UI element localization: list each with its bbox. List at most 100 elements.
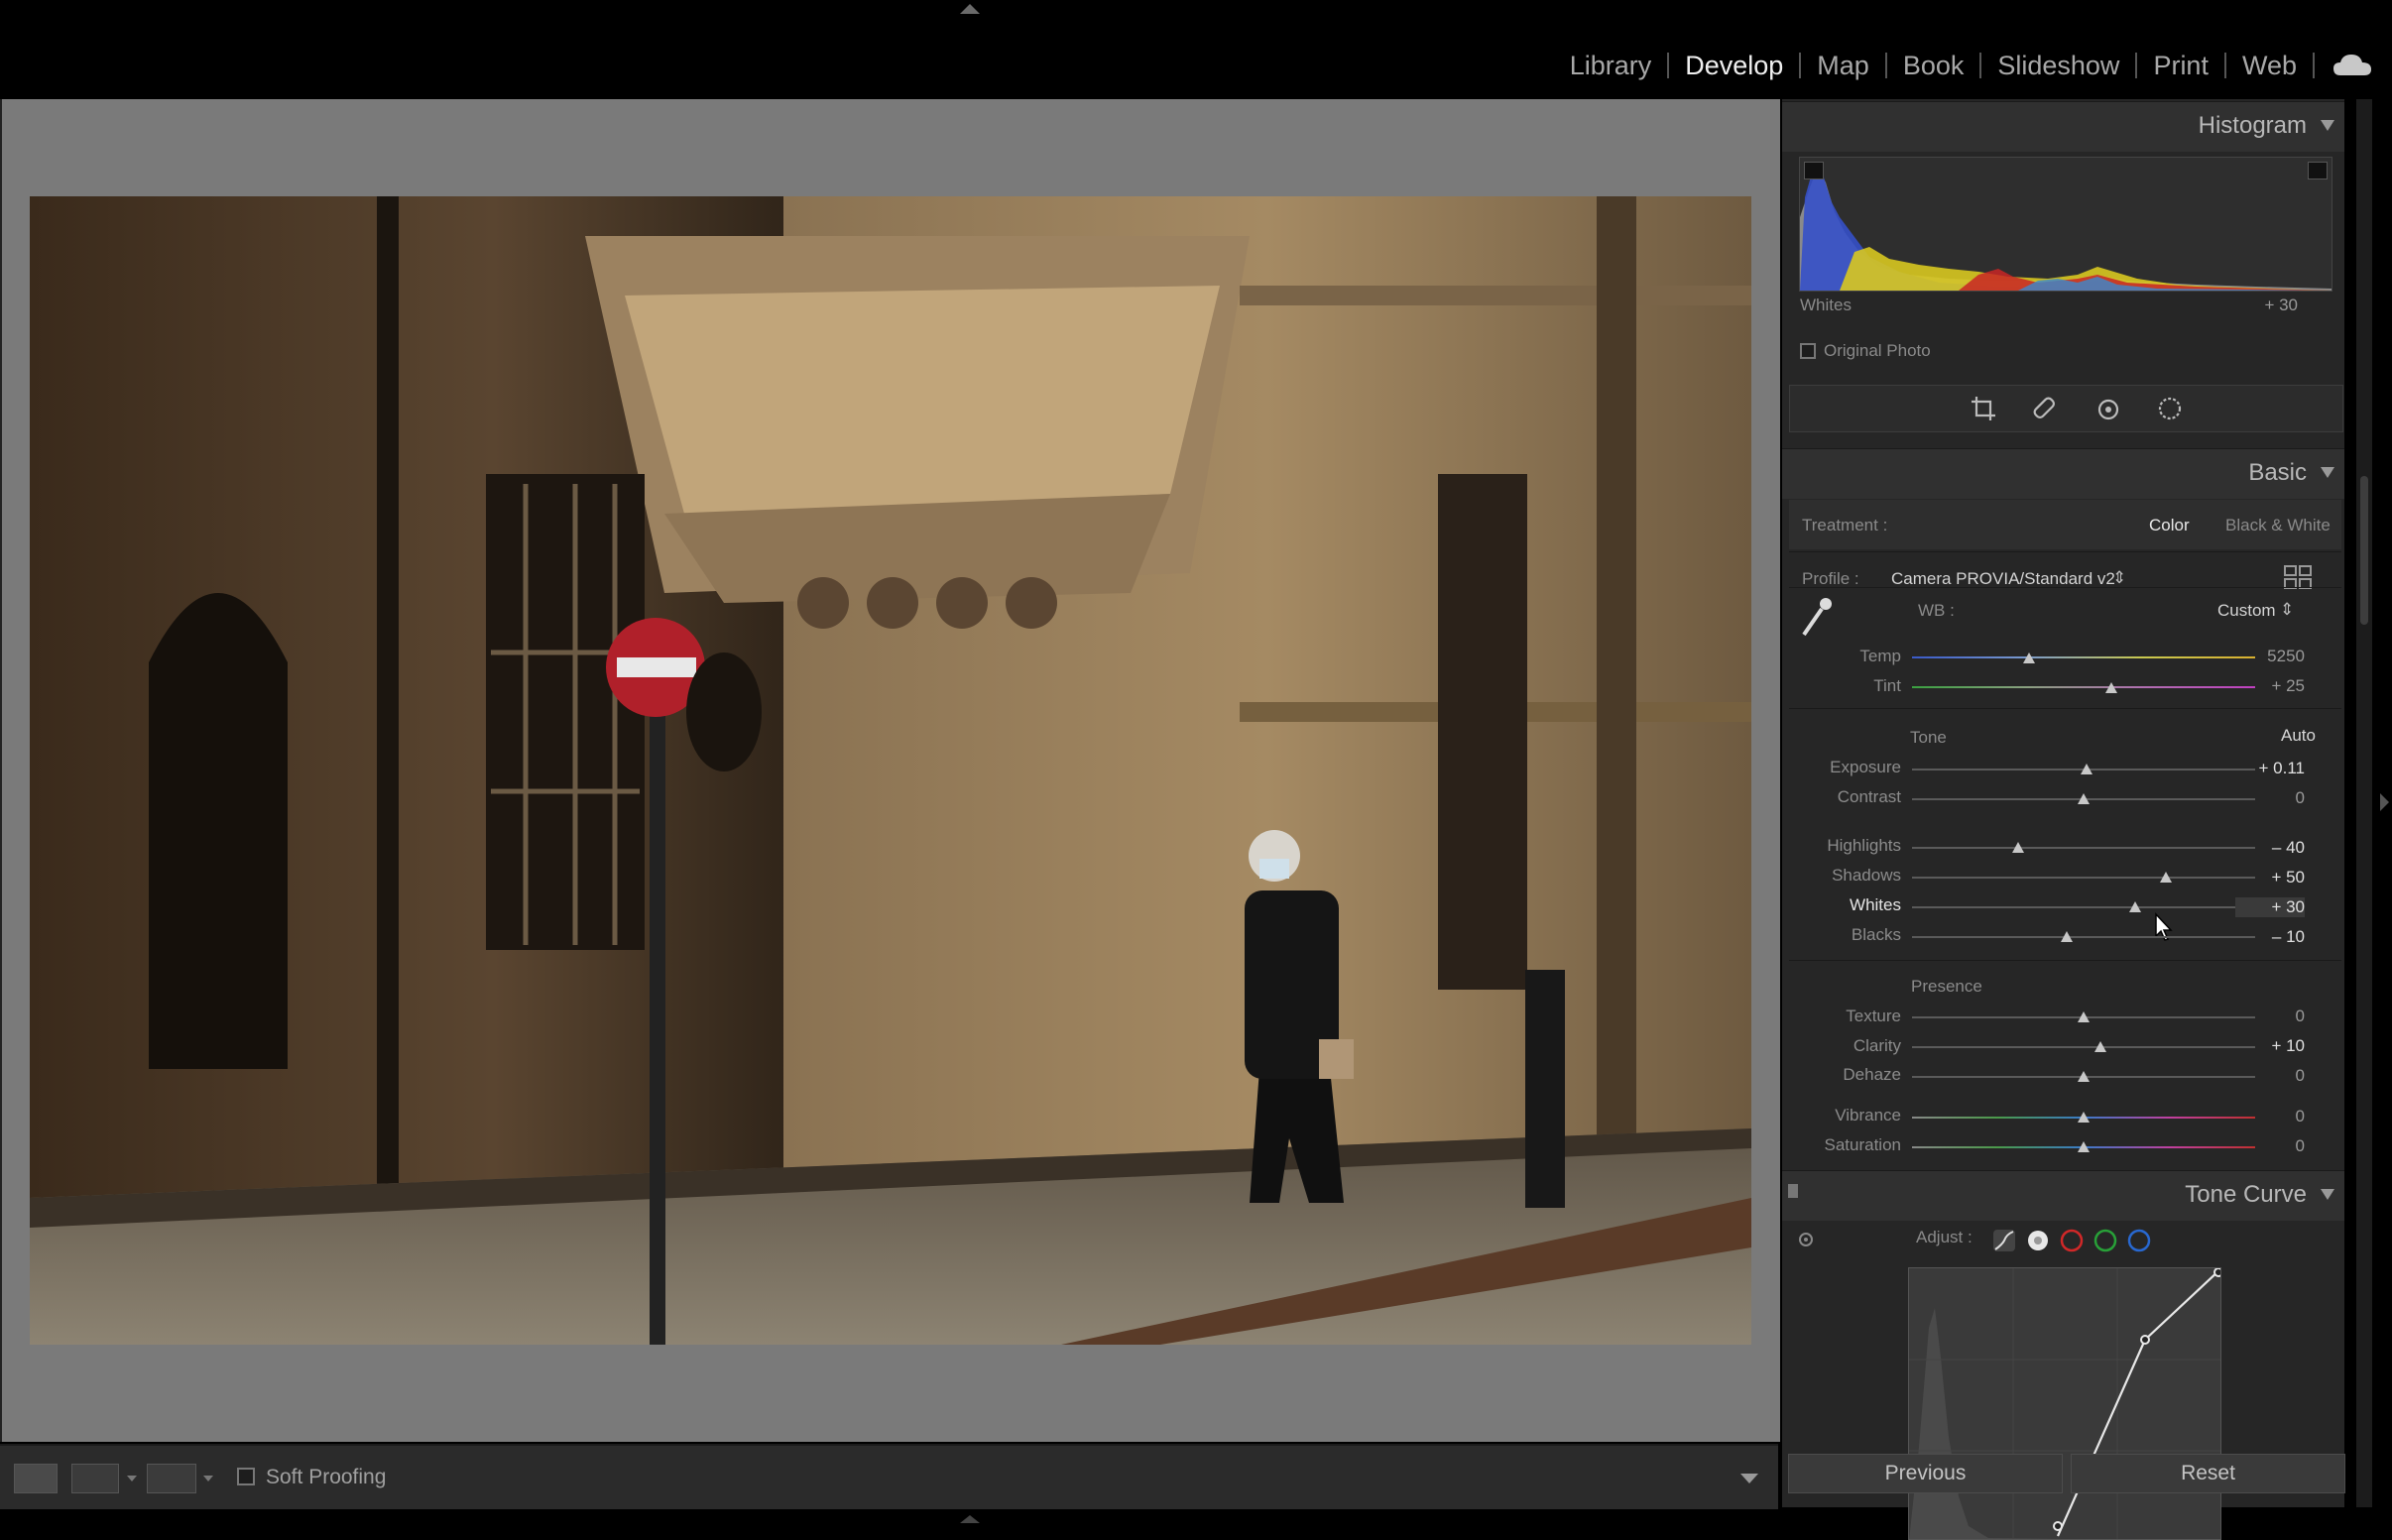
red-eye-icon[interactable] bbox=[2095, 396, 2121, 421]
exposure-value[interactable]: + 0.11 bbox=[2235, 759, 2305, 778]
histogram-graph[interactable] bbox=[1799, 157, 2332, 292]
street-photo[interactable] bbox=[30, 196, 1751, 1345]
cloud-icon[interactable] bbox=[2332, 52, 2372, 77]
point-curve-white-icon[interactable] bbox=[2026, 1229, 2050, 1252]
point-curve-blue-icon[interactable] bbox=[2127, 1229, 2151, 1252]
tone-curve-plot bbox=[1909, 1268, 2220, 1539]
tone-label: Tone bbox=[1910, 728, 1947, 747]
contrast-slider-thumb[interactable] bbox=[2078, 793, 2090, 804]
soft-proofing-label: Soft Proofing bbox=[266, 1466, 387, 1488]
before-after-split-button[interactable] bbox=[147, 1464, 196, 1493]
temp-slider-track[interactable] bbox=[1912, 656, 2255, 658]
module-slideshow[interactable]: Slideshow bbox=[1981, 48, 2135, 83]
split-dropdown-icon[interactable] bbox=[203, 1476, 213, 1481]
histogram-header[interactable]: Histogram bbox=[1782, 101, 2344, 152]
temp-slider-thumb[interactable] bbox=[2022, 652, 2035, 663]
saturation-value[interactable]: 0 bbox=[2235, 1136, 2305, 1156]
texture-value[interactable]: 0 bbox=[2235, 1007, 2305, 1026]
saturation-slider-thumb[interactable] bbox=[2078, 1141, 2090, 1152]
expand-right-panel-icon[interactable] bbox=[2380, 793, 2389, 811]
curve-target-adjust-icon[interactable] bbox=[1798, 1232, 1814, 1247]
dehaze-value[interactable]: 0 bbox=[2235, 1066, 2305, 1086]
temp-value[interactable]: 5250 bbox=[2235, 647, 2305, 666]
before-after-toggle-button[interactable] bbox=[71, 1464, 119, 1493]
module-book[interactable]: Book bbox=[1887, 48, 1980, 83]
texture-label: Texture bbox=[1846, 1007, 1901, 1025]
shadow-clipping-icon[interactable] bbox=[1804, 162, 1824, 179]
whites-slider-thumb[interactable] bbox=[2128, 901, 2141, 912]
blacks-value[interactable]: – 10 bbox=[2235, 927, 2305, 947]
vibrance-value[interactable]: 0 bbox=[2235, 1107, 2305, 1126]
right-panel-scrollbar-thumb[interactable] bbox=[2360, 476, 2368, 625]
before-after-dropdown-icon[interactable] bbox=[127, 1476, 137, 1481]
tool-strip bbox=[1789, 385, 2343, 432]
clarity-value[interactable]: + 10 bbox=[2235, 1036, 2305, 1056]
previous-button[interactable]: Previous bbox=[1788, 1454, 2063, 1493]
basic-header[interactable]: Basic bbox=[1782, 448, 2344, 499]
whites-value[interactable]: + 30 bbox=[2235, 897, 2305, 917]
module-print[interactable]: Print bbox=[2137, 48, 2224, 83]
parametric-curve-icon[interactable] bbox=[1992, 1229, 2016, 1252]
toolbar-menu-icon[interactable] bbox=[1740, 1474, 1758, 1483]
tone-auto-button[interactable]: Auto bbox=[2281, 726, 2316, 746]
highlights-label: Highlights bbox=[1827, 836, 1901, 855]
shadows-label: Shadows bbox=[1832, 866, 1901, 885]
highlight-clipping-icon[interactable] bbox=[2308, 162, 2328, 179]
treatment-color-option[interactable]: Color bbox=[2149, 516, 2190, 535]
module-map[interactable]: Map bbox=[1801, 48, 1885, 83]
clarity-slider-thumb[interactable] bbox=[2094, 1041, 2107, 1052]
blacks-slider-track[interactable] bbox=[1912, 936, 2255, 938]
highlights-value[interactable]: – 40 bbox=[2235, 838, 2305, 858]
treatment-label: Treatment : bbox=[1802, 516, 1888, 534]
wb-dropdown[interactable]: Custom bbox=[2217, 601, 2276, 621]
whites-label: Whites bbox=[1850, 895, 1901, 914]
original-photo-checkbox[interactable] bbox=[1800, 343, 1816, 359]
histogram-readout-value: + 30 bbox=[2264, 296, 2298, 314]
adjust-label: Adjust : bbox=[1916, 1228, 1973, 1246]
exposure-slider-thumb[interactable] bbox=[2081, 764, 2093, 774]
wb-stepper-icon[interactable]: ⇕ bbox=[2280, 600, 2294, 620]
profile-browser-icon[interactable] bbox=[2284, 565, 2312, 589]
masking-icon[interactable] bbox=[2157, 396, 2183, 421]
highlights-slider-track[interactable] bbox=[1912, 847, 2255, 849]
texture-slider-thumb[interactable] bbox=[2078, 1011, 2090, 1022]
shadows-slider-thumb[interactable] bbox=[2160, 872, 2173, 883]
histogram-title: Histogram bbox=[2198, 112, 2307, 139]
crop-icon[interactable] bbox=[1971, 396, 1996, 421]
collapse-top-panel-icon[interactable] bbox=[960, 4, 980, 14]
point-curve-green-icon[interactable] bbox=[2093, 1229, 2117, 1252]
soft-proofing-checkbox[interactable] bbox=[237, 1468, 255, 1485]
dehaze-slider-thumb[interactable] bbox=[2078, 1071, 2090, 1082]
reset-button[interactable]: Reset bbox=[2071, 1454, 2345, 1493]
tint-slider-thumb[interactable] bbox=[2104, 682, 2117, 693]
vibrance-slider-thumb[interactable] bbox=[2078, 1112, 2090, 1123]
highlights-slider-thumb[interactable] bbox=[2012, 842, 2025, 853]
tone-curve-toggle[interactable] bbox=[1788, 1184, 1798, 1198]
profile-dropdown[interactable]: Camera PROVIA/Standard v2 bbox=[1891, 569, 2115, 589]
tint-value[interactable]: + 25 bbox=[2235, 676, 2305, 696]
blacks-label: Blacks bbox=[1851, 925, 1901, 944]
treatment-bw-option[interactable]: Black & White bbox=[2225, 516, 2331, 535]
healing-brush-icon[interactable] bbox=[2032, 396, 2058, 421]
right-panel-scrollbar[interactable] bbox=[2356, 99, 2372, 1507]
profile-label: Profile : bbox=[1802, 569, 1859, 588]
blacks-slider-thumb[interactable] bbox=[2060, 931, 2073, 942]
tint-slider-track[interactable] bbox=[1912, 686, 2255, 688]
loupe-view-button[interactable] bbox=[14, 1464, 58, 1493]
collapse-bottom-panel-icon[interactable] bbox=[960, 1515, 980, 1523]
point-curve-red-icon[interactable] bbox=[2060, 1229, 2084, 1252]
module-web[interactable]: Web bbox=[2226, 48, 2313, 83]
module-develop[interactable]: Develop bbox=[1669, 48, 1799, 83]
clarity-slider-track[interactable] bbox=[1912, 1046, 2255, 1048]
tone-curve-graph[interactable] bbox=[1908, 1267, 2221, 1540]
top-bar: Library Develop Map Book Slideshow Print… bbox=[0, 0, 2392, 99]
wb-eyedropper-icon[interactable] bbox=[1796, 593, 1836, 639]
contrast-value[interactable]: 0 bbox=[2235, 788, 2305, 808]
shadows-slider-track[interactable] bbox=[1912, 877, 2255, 879]
profile-stepper-icon[interactable]: ⇕ bbox=[2112, 568, 2126, 588]
module-library[interactable]: Library bbox=[1554, 48, 1668, 83]
shadows-value[interactable]: + 50 bbox=[2235, 868, 2305, 888]
whites-slider-track[interactable] bbox=[1912, 906, 2255, 908]
basic-title: Basic bbox=[2248, 459, 2307, 486]
tone-curve-header[interactable]: Tone Curve bbox=[1782, 1170, 2344, 1221]
